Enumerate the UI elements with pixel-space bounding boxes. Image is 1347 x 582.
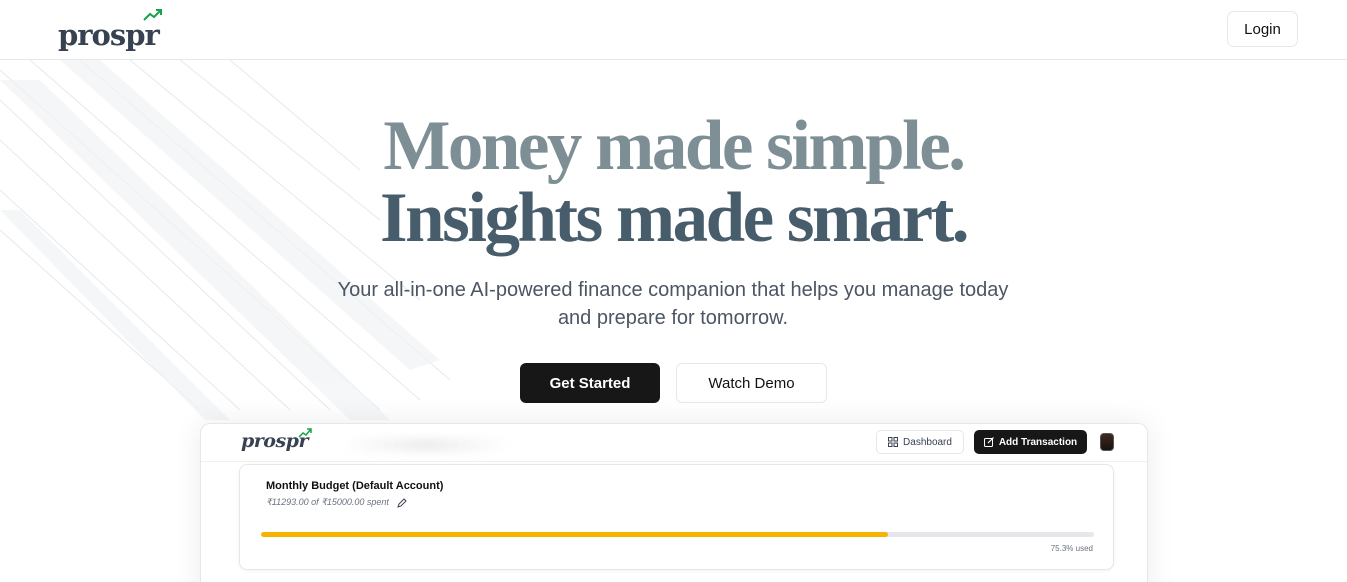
pen-square-icon	[983, 437, 994, 447]
blurred-placeholder	[341, 438, 511, 452]
budget-used-label: 75.3% used	[1050, 544, 1093, 553]
budget-progress-fill	[261, 532, 889, 537]
avatar[interactable]	[1100, 433, 1114, 451]
brand-logo[interactable]: prospr	[58, 9, 162, 52]
brand-logo-text: prospr	[58, 18, 160, 52]
monthly-budget-card: Monthly Budget (Default Account) ₹11293.…	[239, 464, 1114, 570]
preview-dashboard-label: Dashboard	[903, 436, 952, 448]
preview-add-transaction-label: Add Transaction	[998, 436, 1078, 448]
budget-spent-line: ₹11293.00 of ₹15000.00 spent	[266, 497, 407, 508]
get-started-button[interactable]: Get Started	[520, 363, 660, 403]
pencil-icon[interactable]	[397, 497, 407, 508]
hero-subtitle: Your all-in-one AI-powered finance compa…	[337, 279, 1009, 329]
budget-spent-text: ₹11293.00 of ₹15000.00 spent	[266, 497, 389, 507]
trending-up-icon	[143, 9, 162, 21]
top-navbar: prospr Login	[0, 0, 1347, 60]
preview-navbar: prospr Dashboard Add Transaction	[201, 424, 1149, 462]
trending-up-icon	[298, 428, 312, 438]
landing-page: prospr Login Money made simple. Insights…	[0, 0, 1347, 582]
hero-title-line2: Insights made smart.	[379, 179, 970, 257]
preview-add-transaction-button[interactable]: Add Transaction	[974, 430, 1087, 454]
hero-title: Money made simple. Insights made smart.	[0, 110, 1347, 254]
hero-title-line1: Money made simple.	[383, 107, 966, 185]
layout-grid-icon	[888, 437, 899, 447]
budget-title: Monthly Budget (Default Account)	[266, 480, 444, 492]
budget-progress-bar	[261, 532, 1094, 537]
preview-dashboard-button[interactable]: Dashboard	[876, 430, 964, 454]
dashboard-preview: prospr Dashboard Add Transaction Monthly…	[200, 423, 1149, 582]
watch-demo-button[interactable]: Watch Demo	[676, 363, 827, 403]
login-button[interactable]: Login	[1227, 11, 1298, 47]
